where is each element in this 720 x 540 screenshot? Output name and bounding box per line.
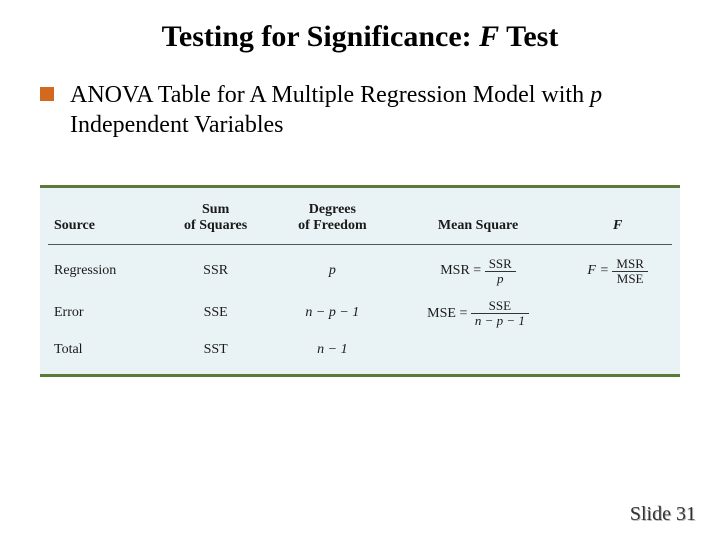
fraction-icon: SSR p	[485, 257, 516, 285]
F-lhs: F =	[587, 263, 609, 278]
bullet-text: ANOVA Table for A Multiple Regression Mo…	[70, 80, 680, 140]
title-italic-F: F	[479, 20, 499, 53]
bullet-tail: Independent Variables	[70, 112, 283, 138]
cell-ms-total	[393, 330, 564, 360]
msr-lhs: MSR =	[440, 263, 481, 278]
col-dof-line2: of Freedom	[298, 218, 367, 233]
footer-label: Slide	[630, 503, 671, 525]
col-sum-of-squares: Sum of Squares	[159, 198, 272, 245]
cell-dof-total: n − 1	[272, 330, 393, 360]
col-dof-line1: Degrees	[309, 202, 356, 217]
cell-sos-error: SSE	[159, 287, 272, 329]
col-sos-line1: Sum	[202, 202, 229, 217]
cell-F-total	[563, 330, 672, 360]
table-header-row: Source Sum of Squares Degrees of Freedom…	[48, 198, 672, 245]
msr-num: SSR	[485, 257, 516, 272]
mse-den: n − p − 1	[471, 314, 529, 328]
cell-sos-regression: SSR	[159, 245, 272, 288]
col-degrees-of-freedom: Degrees of Freedom	[272, 198, 393, 245]
F-num: MSR	[612, 257, 647, 272]
square-bullet-icon	[40, 87, 54, 101]
cell-source-regression: Regression	[48, 245, 159, 288]
table-row: Error SSE n − p − 1 MSE = SSE n − p − 1	[48, 287, 672, 329]
cell-ms-error: MSE = SSE n − p − 1	[393, 287, 564, 329]
anova-table-container: Source Sum of Squares Degrees of Freedom…	[40, 185, 680, 377]
bullet-item: ANOVA Table for A Multiple Regression Mo…	[40, 80, 680, 140]
table-row: Total SST n − 1	[48, 330, 672, 360]
cell-sos-total: SST	[159, 330, 272, 360]
cell-dof-p: p	[329, 263, 336, 278]
cell-dof-regression: p	[272, 245, 393, 288]
col-F-label: F	[613, 218, 622, 233]
mse-lhs: MSE =	[427, 306, 467, 321]
bullet-p-italic: p	[590, 82, 602, 108]
cell-ms-regression: MSR = SSR p	[393, 245, 564, 288]
col-F: F	[563, 198, 672, 245]
cell-F-error	[563, 287, 672, 329]
slide-body: ANOVA Table for A Multiple Regression Mo…	[0, 60, 720, 140]
slide-number: Slide 31	[630, 503, 696, 526]
table-row: Regression SSR p MSR = SSR p	[48, 245, 672, 288]
mse-num: SSE	[471, 299, 529, 314]
cell-source-error: Error	[48, 287, 159, 329]
fraction-icon: SSE n − p − 1	[471, 299, 529, 327]
cell-dof-nmp1: n − p − 1	[305, 305, 359, 320]
footer-num: 31	[676, 503, 696, 525]
cell-F-regression: F = MSR MSE	[563, 245, 672, 288]
cell-dof-nm1: n − 1	[317, 342, 347, 357]
fraction-icon: MSR MSE	[612, 257, 647, 285]
cell-dof-error: n − p − 1	[272, 287, 393, 329]
title-text-tail: Test	[499, 20, 558, 53]
F-den: MSE	[612, 272, 647, 286]
col-mean-square: Mean Square	[393, 198, 564, 245]
anova-table: Source Sum of Squares Degrees of Freedom…	[48, 198, 672, 360]
slide-title: Testing for Significance: F Test	[0, 0, 720, 60]
cell-source-total: Total	[48, 330, 159, 360]
slide: Testing for Significance: F Test ANOVA T…	[0, 0, 720, 540]
col-sos-line2: of Squares	[184, 218, 247, 233]
msr-den: p	[485, 272, 516, 286]
bullet-lead: ANOVA Table for A Multiple Regression Mo…	[70, 82, 590, 108]
col-source: Source	[48, 198, 159, 245]
title-text-lead: Testing for Significance:	[162, 20, 480, 53]
